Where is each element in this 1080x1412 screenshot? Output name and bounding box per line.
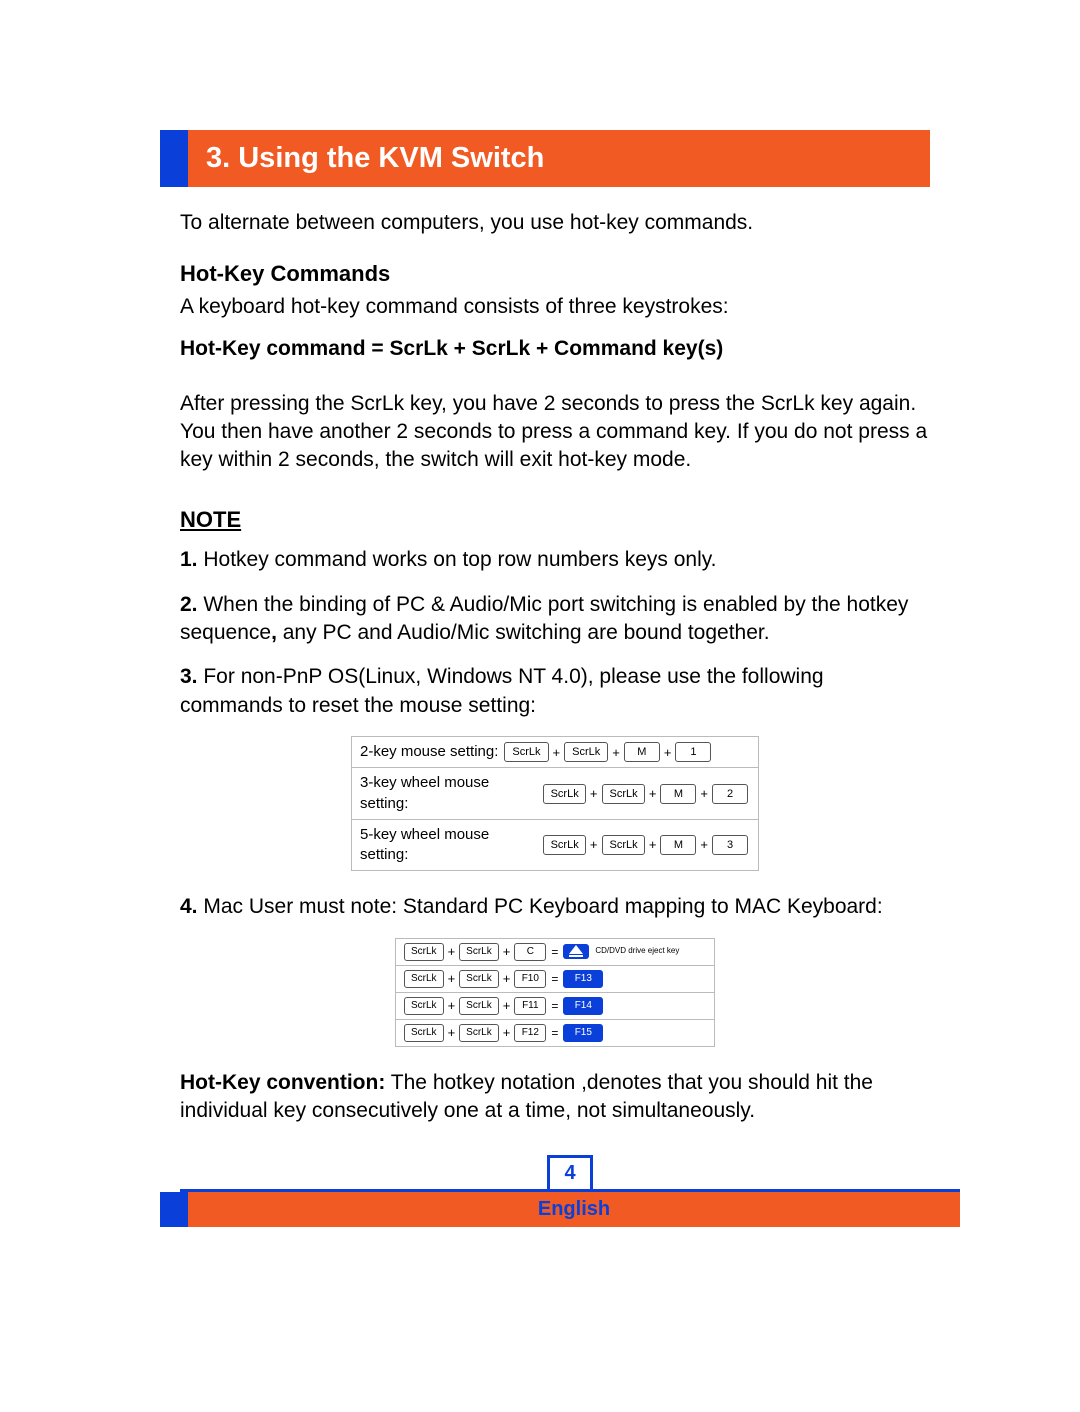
page-number: 4 xyxy=(547,1155,592,1189)
keycap: C xyxy=(514,943,546,961)
hotkey-desc: A keyboard hot-key command consists of t… xyxy=(180,293,930,321)
footer-bar: English xyxy=(180,1189,960,1227)
keycap: ScrLk xyxy=(504,742,548,762)
plus-icon: + xyxy=(448,997,456,1015)
equals-icon: = xyxy=(551,998,558,1014)
keycap: ScrLk xyxy=(404,1024,444,1042)
plus-icon: + xyxy=(700,836,708,854)
plus-icon: + xyxy=(700,785,708,803)
section-header: 3. Using the KVM Switch xyxy=(160,130,930,187)
document-page: 3. Using the KVM Switch To alternate bet… xyxy=(0,0,1080,1287)
plus-icon: + xyxy=(553,744,561,762)
keycap: ScrLk xyxy=(543,835,586,855)
plus-icon: + xyxy=(590,836,598,854)
keycap: M xyxy=(660,835,696,855)
plus-icon: + xyxy=(503,943,511,961)
row-label: 3-key wheel mouse setting: xyxy=(360,773,537,814)
hotkey-heading: Hot-Key Commands xyxy=(180,259,930,289)
keycap-result: F15 xyxy=(563,1024,603,1042)
keycap: ScrLk xyxy=(459,970,499,988)
convention-paragraph: Hot-Key convention: The hotkey notation … xyxy=(180,1069,930,1126)
equals-icon: = xyxy=(551,944,558,960)
equals-icon: = xyxy=(551,971,558,987)
plus-icon: + xyxy=(448,1024,456,1042)
note-2-post: any PC and Audio/Mic switching are bound… xyxy=(277,621,770,644)
keycap: ScrLk xyxy=(404,997,444,1015)
note-2-num: 2. xyxy=(180,593,198,616)
keycap: ScrLk xyxy=(564,742,608,762)
mac-mapping-table: ScrLk+ ScrLk+ C = CD/DVD drive eject key… xyxy=(395,938,715,1047)
note-3: 3. For non-PnP OS(Linux, Windows NT 4.0)… xyxy=(180,663,930,720)
page-number-row: 4 xyxy=(180,1155,960,1189)
table-row: ScrLk+ ScrLk+ F10 = F13 xyxy=(396,965,714,992)
row-label: 5-key wheel mouse setting: xyxy=(360,825,537,866)
note-list-cont: 4. Mac User must note: Standard PC Keybo… xyxy=(180,893,930,921)
row-label: 2-key mouse setting: xyxy=(360,742,498,762)
table-row: 5-key wheel mouse setting: ScrLk+ ScrLk+… xyxy=(352,819,758,871)
plus-icon: + xyxy=(448,943,456,961)
keycap: 3 xyxy=(712,835,748,855)
plus-icon: + xyxy=(612,744,620,762)
keycap-result: F13 xyxy=(563,970,603,988)
note-list: 1. Hotkey command works on top row numbe… xyxy=(180,546,930,720)
section-title: 3. Using the KVM Switch xyxy=(188,130,930,187)
page-footer: 4 English xyxy=(180,1155,960,1227)
table-row: ScrLk+ ScrLk+ F11 = F14 xyxy=(396,992,714,1019)
keycap: F11 xyxy=(514,997,546,1015)
table-row: 2-key mouse setting: ScrLk+ ScrLk+ M+ 1 xyxy=(352,737,758,767)
plus-icon: + xyxy=(503,970,511,988)
note-4: 4. Mac User must note: Standard PC Keybo… xyxy=(180,893,930,921)
convention-lead: Hot-Key convention: xyxy=(180,1071,385,1094)
eject-icon xyxy=(563,944,589,959)
mouse-settings-table: 2-key mouse setting: ScrLk+ ScrLk+ M+ 1 … xyxy=(351,736,759,871)
hotkey-formula: Hot-Key command = ScrLk + ScrLk + Comman… xyxy=(180,335,930,363)
note-4-num: 4. xyxy=(180,895,198,918)
table-row: ScrLk+ ScrLk+ F12 = F15 xyxy=(396,1019,714,1046)
note-3-text: For non-PnP OS(Linux, Windows NT 4.0), p… xyxy=(180,665,824,716)
note-1-num: 1. xyxy=(180,548,198,571)
plus-icon: + xyxy=(664,744,672,762)
hotkey-timing: After pressing the ScrLk key, you have 2… xyxy=(180,390,930,475)
eject-label: CD/DVD drive eject key xyxy=(595,947,679,956)
keycap: ScrLk xyxy=(602,835,645,855)
keycap: ScrLk xyxy=(459,997,499,1015)
note-2: 2. When the binding of PC & Audio/Mic po… xyxy=(180,591,930,648)
equals-icon: = xyxy=(551,1025,558,1041)
keycap: 1 xyxy=(675,742,711,762)
keycap: ScrLk xyxy=(543,784,586,804)
keycap: ScrLk xyxy=(404,970,444,988)
table-row: ScrLk+ ScrLk+ C = CD/DVD drive eject key xyxy=(396,939,714,965)
keycap: ScrLk xyxy=(459,1024,499,1042)
plus-icon: + xyxy=(649,836,657,854)
plus-icon: + xyxy=(448,970,456,988)
keycap: F12 xyxy=(514,1024,546,1042)
keycap: M xyxy=(624,742,660,762)
intro-text: To alternate between computers, you use … xyxy=(180,209,930,237)
plus-icon: + xyxy=(649,785,657,803)
keycap: M xyxy=(660,784,696,804)
note-heading: NOTE xyxy=(180,505,930,535)
keycap: F10 xyxy=(514,970,546,988)
note-3-num: 3. xyxy=(180,665,198,688)
body: To alternate between computers, you use … xyxy=(180,209,930,1125)
keycap: ScrLk xyxy=(404,943,444,961)
footer-language: English xyxy=(188,1192,960,1227)
keycap: ScrLk xyxy=(459,943,499,961)
footer-accent xyxy=(160,1192,188,1227)
header-accent xyxy=(160,130,188,187)
table-row: 3-key wheel mouse setting: ScrLk+ ScrLk+… xyxy=(352,767,758,819)
keycap: ScrLk xyxy=(602,784,645,804)
note-1: 1. Hotkey command works on top row numbe… xyxy=(180,546,930,574)
keycap-result: F14 xyxy=(563,997,603,1015)
plus-icon: + xyxy=(503,1024,511,1042)
plus-icon: + xyxy=(590,785,598,803)
plus-icon: + xyxy=(503,997,511,1015)
keycap: 2 xyxy=(712,784,748,804)
note-4-text: Mac User must note: Standard PC Keyboard… xyxy=(203,895,882,918)
note-1-text: Hotkey command works on top row numbers … xyxy=(203,548,716,571)
